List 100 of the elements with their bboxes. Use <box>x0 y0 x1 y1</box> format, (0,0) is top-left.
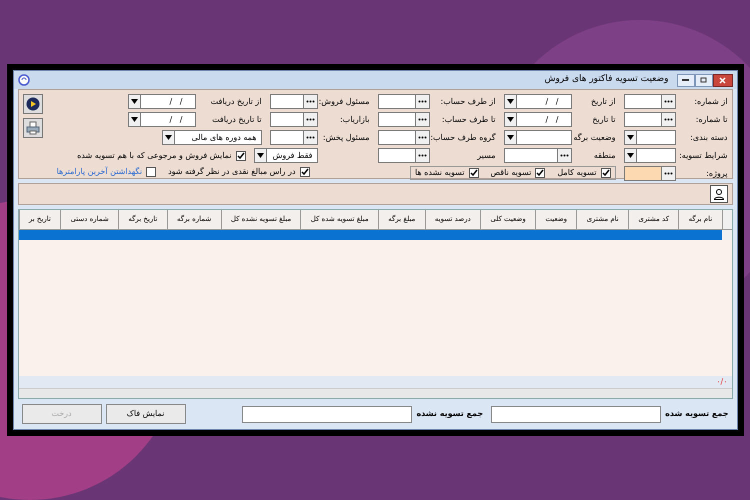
checkbox[interactable] <box>468 168 478 178</box>
lookup-field[interactable] <box>624 94 676 109</box>
lookup-field[interactable] <box>270 112 318 127</box>
dropdown-caret-icon <box>626 135 634 140</box>
date-value: / / <box>544 96 560 108</box>
browse-button[interactable] <box>660 113 674 126</box>
minimize-button[interactable] <box>676 74 694 86</box>
lookup-field[interactable] <box>624 112 676 127</box>
date-field[interactable]: / / <box>504 112 572 127</box>
browse-button[interactable] <box>660 95 674 108</box>
dropdown-field[interactable] <box>504 130 572 145</box>
ellipsis-icon <box>418 118 426 121</box>
dropdown-caret-icon <box>626 153 634 158</box>
person-icon <box>712 188 724 200</box>
ellipsis-icon <box>664 172 672 175</box>
checkbox-label: تسویه ناقص <box>490 167 532 179</box>
lookup-field[interactable] <box>378 148 430 163</box>
field-label: دسته بندی: <box>689 132 728 144</box>
ellipsis-icon <box>664 100 672 103</box>
browse-button[interactable] <box>414 113 428 126</box>
horizontal-scrollbar[interactable] <box>18 388 732 398</box>
ellipsis-icon <box>306 100 314 103</box>
lookup-field[interactable] <box>270 94 318 109</box>
checkbox[interactable] <box>146 167 156 177</box>
dropdown-field[interactable]: همه دوره های مالی <box>162 130 262 145</box>
lookup-field[interactable] <box>270 130 318 145</box>
ellipsis-icon <box>306 136 314 139</box>
checkbox[interactable] <box>236 150 246 160</box>
date-field[interactable]: / / <box>128 112 196 127</box>
field-label: از تاریخ <box>590 96 616 108</box>
restore-button[interactable] <box>694 74 712 86</box>
dropdown-caret-icon <box>164 135 172 140</box>
action-button[interactable]: نمایش فاک <box>106 404 186 424</box>
browse-button[interactable] <box>414 95 428 108</box>
user-button[interactable] <box>710 185 728 203</box>
checkmark-icon <box>236 152 244 160</box>
date-value: / / <box>168 114 184 126</box>
field-label: مسیر <box>476 150 496 162</box>
app-icon <box>18 74 30 86</box>
field-label: وضعیت برگه <box>576 132 616 144</box>
close-button[interactable] <box>712 74 732 86</box>
total-label: جمع تسویه شده <box>665 408 728 420</box>
option-checkbox[interactable]: تسویه نشده ها <box>414 167 478 179</box>
field-label: از طرف حساب: <box>440 96 496 108</box>
ellipsis-icon <box>418 136 426 139</box>
dropdown-caret-icon <box>256 153 264 158</box>
lookup-field[interactable] <box>504 148 572 163</box>
field-label: مسئول پخش: <box>322 132 370 144</box>
dropdown-field[interactable] <box>624 130 676 145</box>
dropdown-caret-icon <box>130 99 138 104</box>
printer-icon <box>26 121 40 135</box>
ellipsis-icon <box>418 100 426 103</box>
window-title: وضعیت تسویه فاکتور های فروش <box>544 73 668 86</box>
print-button[interactable] <box>22 118 42 138</box>
ellipsis-icon <box>664 118 672 121</box>
browse-button[interactable] <box>302 131 316 144</box>
field-label: گروه طرف حساب: <box>434 132 496 144</box>
field-label: پروژه: <box>705 168 728 180</box>
field-label: از تاریخ دریافت <box>210 96 262 108</box>
dropdown-field[interactable] <box>624 148 676 163</box>
dropdown-caret-icon <box>130 117 138 122</box>
dropdown-field[interactable]: فقط فروش <box>254 148 318 163</box>
browse-button[interactable] <box>660 167 674 180</box>
browse-button[interactable] <box>556 149 570 162</box>
checkbox[interactable] <box>600 168 610 178</box>
lookup-field[interactable] <box>378 112 430 127</box>
restore-icon <box>700 77 707 83</box>
field-label: از شماره: <box>693 96 728 108</box>
run-button[interactable] <box>22 94 42 114</box>
checkbox-label: تسویه نشده ها <box>414 167 464 179</box>
field-label: مسئول فروش: <box>322 96 370 108</box>
footer-sum: ۰/۰ <box>716 376 728 388</box>
close-icon <box>719 76 726 84</box>
date-field[interactable]: / / <box>504 94 572 109</box>
checkbox-label: تسویه کامل <box>557 167 596 179</box>
ellipsis-icon <box>418 154 426 157</box>
option-checkbox[interactable]: تسویه ناقص <box>490 167 546 179</box>
option-checkbox[interactable]: تسویه کامل <box>557 167 610 179</box>
lookup-field[interactable] <box>624 166 676 181</box>
minimize-icon <box>682 78 689 82</box>
checkmark-icon <box>470 169 478 177</box>
date-value: / / <box>544 114 560 126</box>
checkbox[interactable] <box>535 168 546 178</box>
ellipsis-icon <box>306 118 314 121</box>
dropdown-value: فقط فروش <box>272 150 314 162</box>
date-field[interactable]: / / <box>128 94 196 109</box>
ellipsis-icon <box>560 154 568 157</box>
dropdown-value: همه دوره های مالی <box>190 132 258 144</box>
checkmark-icon <box>300 168 308 176</box>
browse-button[interactable] <box>302 95 316 108</box>
checkmark-icon <box>602 169 610 177</box>
checkbox[interactable] <box>300 167 310 177</box>
browse-button[interactable] <box>414 131 428 144</box>
checkmark-icon <box>536 169 544 177</box>
browse-button[interactable] <box>302 113 316 126</box>
browse-button[interactable] <box>414 149 428 162</box>
dropdown-caret-icon <box>506 117 514 122</box>
field-label: منطقه <box>592 150 616 162</box>
lookup-field[interactable] <box>378 130 430 145</box>
lookup-field[interactable] <box>378 94 430 109</box>
